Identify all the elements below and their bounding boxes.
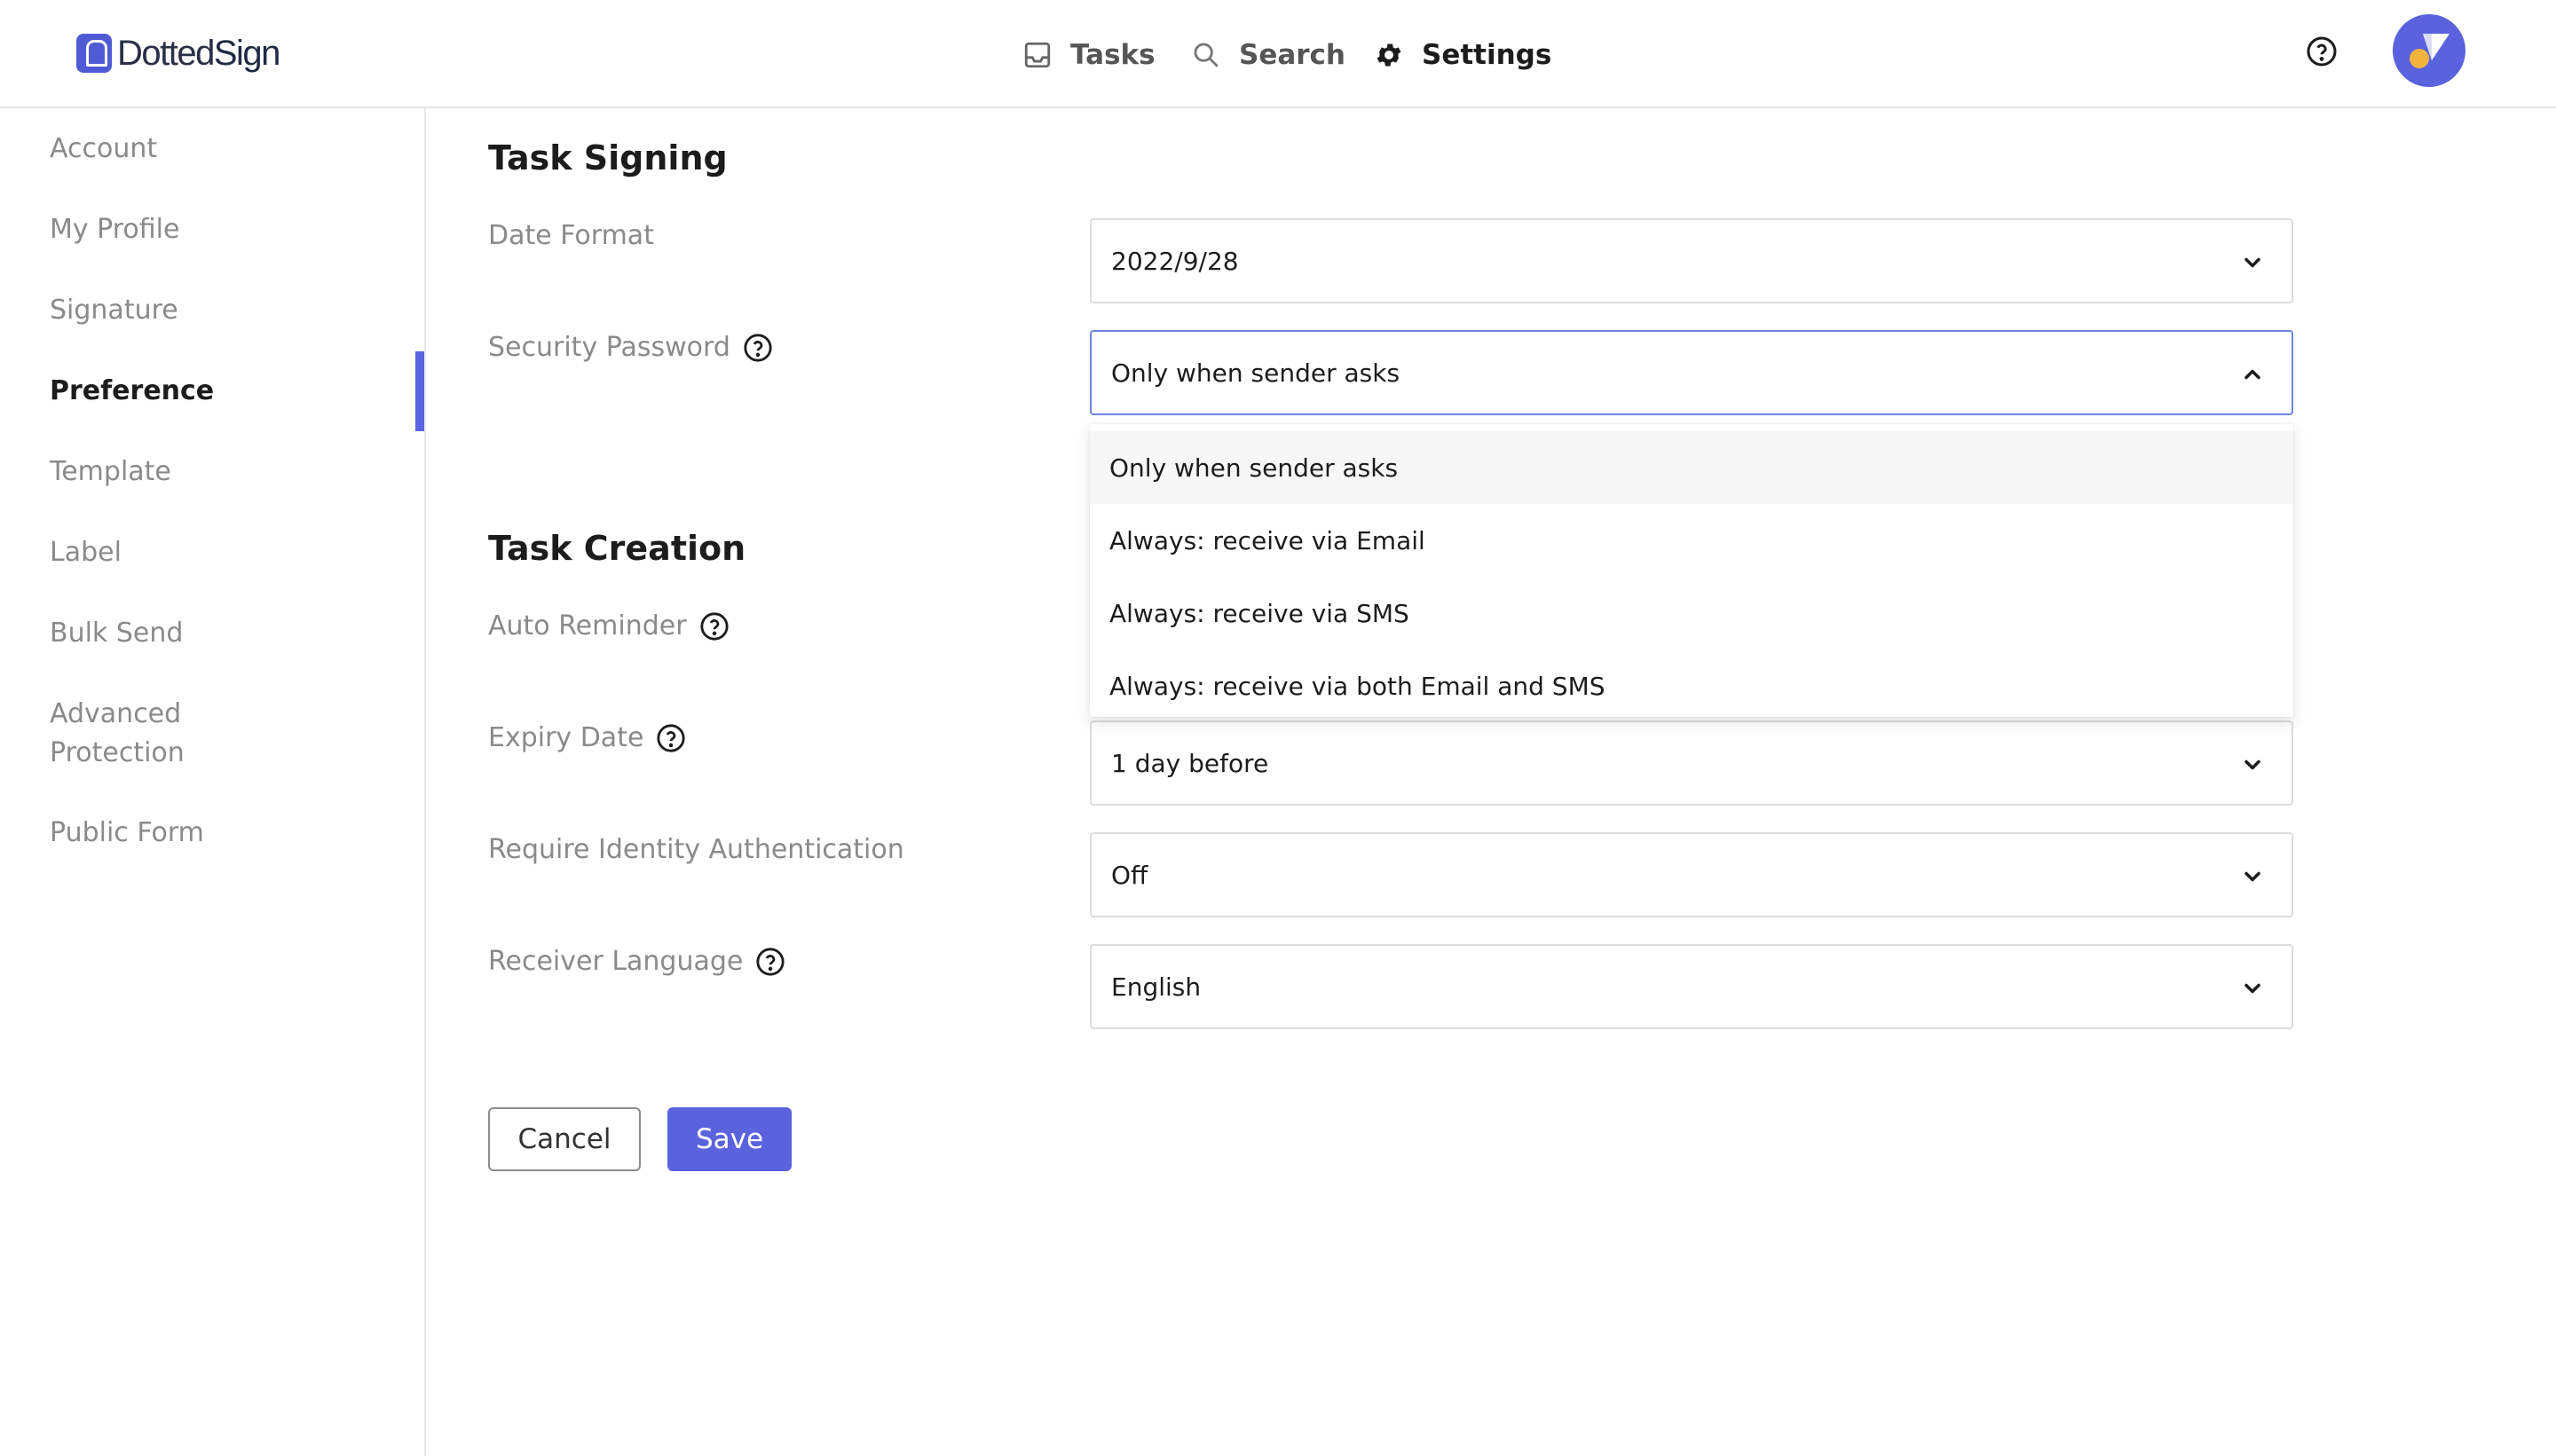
- security-password-value: Only when sender asks: [1111, 358, 1400, 388]
- chevron-down-icon: [2244, 983, 2260, 994]
- sidebar-item-public-form[interactable]: Public Form: [50, 814, 204, 853]
- receiver-language-label: Receiver Language: [488, 946, 785, 977]
- expiry-date-value: 1 day before: [1111, 748, 1269, 778]
- help-circle-icon[interactable]: [699, 611, 730, 641]
- dropdown-option[interactable]: Always: receive via both Email and SMS: [1090, 649, 2293, 722]
- top-header: DottedSign Tasks Search Settings: [0, 0, 2556, 108]
- expiry-date-label-text: Expiry Date: [488, 722, 644, 753]
- auto-reminder-label-text: Auto Reminder: [488, 610, 687, 641]
- security-password-select[interactable]: Only when sender asks: [1090, 330, 2293, 415]
- logo-mark-icon: [76, 34, 112, 73]
- dropdown-option[interactable]: Always: receive via Email: [1090, 504, 2293, 577]
- gear-icon: [1377, 43, 1401, 67]
- avatar-logo-icon: [2410, 34, 2450, 68]
- dropdown-option[interactable]: Always: receive via SMS: [1090, 577, 2293, 649]
- expiry-date-select[interactable]: 1 day before: [1090, 720, 2293, 806]
- task-signing-title: Task Signing: [488, 138, 728, 177]
- date-format-label: Date Format: [488, 220, 654, 251]
- date-format-value: 2022/9/28: [1111, 246, 1239, 276]
- date-format-label-text: Date Format: [488, 220, 654, 251]
- auto-reminder-label: Auto Reminder: [488, 610, 730, 641]
- receiver-language-value: English: [1111, 972, 1202, 1002]
- chevron-up-icon: [2244, 369, 2260, 380]
- help-circle-icon[interactable]: [2306, 35, 2338, 67]
- sidebar-item-label[interactable]: Label: [50, 533, 122, 572]
- sidebar-item-bulk-send[interactable]: Bulk Send: [50, 614, 183, 653]
- logo-text: DottedSign: [117, 33, 280, 73]
- identity-auth-label-text: Require Identity Authentication: [488, 834, 904, 865]
- help-circle-icon[interactable]: [656, 723, 686, 753]
- nav-settings-label: Settings: [1422, 39, 1552, 71]
- sidebar-item-template[interactable]: Template: [50, 453, 171, 492]
- user-avatar[interactable]: [2393, 14, 2465, 87]
- save-button[interactable]: Save: [667, 1107, 792, 1171]
- settings-sidebar: Account My Profile Signature Preference …: [0, 108, 426, 1456]
- dropdown-option[interactable]: Only when sender asks: [1090, 431, 2293, 504]
- identity-auth-select[interactable]: Off: [1090, 832, 2293, 917]
- cancel-button[interactable]: Cancel: [488, 1107, 641, 1171]
- help-circle-icon[interactable]: [743, 333, 773, 363]
- security-password-dropdown: Only when sender asks Always: receive vi…: [1090, 424, 2293, 717]
- chevron-down-icon: [2244, 871, 2260, 882]
- receiver-language-label-text: Receiver Language: [488, 946, 744, 977]
- chevron-down-icon: [2244, 257, 2260, 268]
- sidebar-item-my-profile[interactable]: My Profile: [50, 210, 179, 249]
- identity-auth-value: Off: [1111, 860, 1148, 890]
- security-password-label: Security Password: [488, 332, 773, 363]
- nav-settings[interactable]: Settings: [1374, 30, 1551, 80]
- sidebar-item-account[interactable]: Account: [50, 130, 157, 169]
- inbox-icon: [1024, 42, 1051, 68]
- sidebar-active-indicator: [415, 351, 424, 431]
- task-creation-title: Task Creation: [488, 529, 746, 568]
- security-password-label-text: Security Password: [488, 332, 730, 363]
- identity-auth-label: Require Identity Authentication: [488, 834, 904, 865]
- receiver-language-select[interactable]: English: [1090, 944, 2293, 1029]
- help-circle-icon[interactable]: [755, 947, 785, 977]
- nav-search[interactable]: Search: [1191, 30, 1345, 80]
- nav-tasks-label: Tasks: [1070, 39, 1156, 71]
- chevron-down-icon: [2244, 759, 2260, 770]
- nav-search-label: Search: [1239, 39, 1346, 71]
- sidebar-item-preference[interactable]: Preference: [50, 372, 214, 411]
- search-icon: [1194, 43, 1219, 67]
- dottedsign-logo[interactable]: DottedSign: [76, 32, 280, 75]
- sidebar-item-signature[interactable]: Signature: [50, 291, 178, 330]
- expiry-date-label: Expiry Date: [488, 722, 686, 753]
- nav-tasks[interactable]: Tasks: [1022, 30, 1156, 80]
- date-format-select[interactable]: 2022/9/28: [1090, 218, 2293, 303]
- sidebar-item-advanced-protection[interactable]: Advanced Protection: [50, 695, 185, 773]
